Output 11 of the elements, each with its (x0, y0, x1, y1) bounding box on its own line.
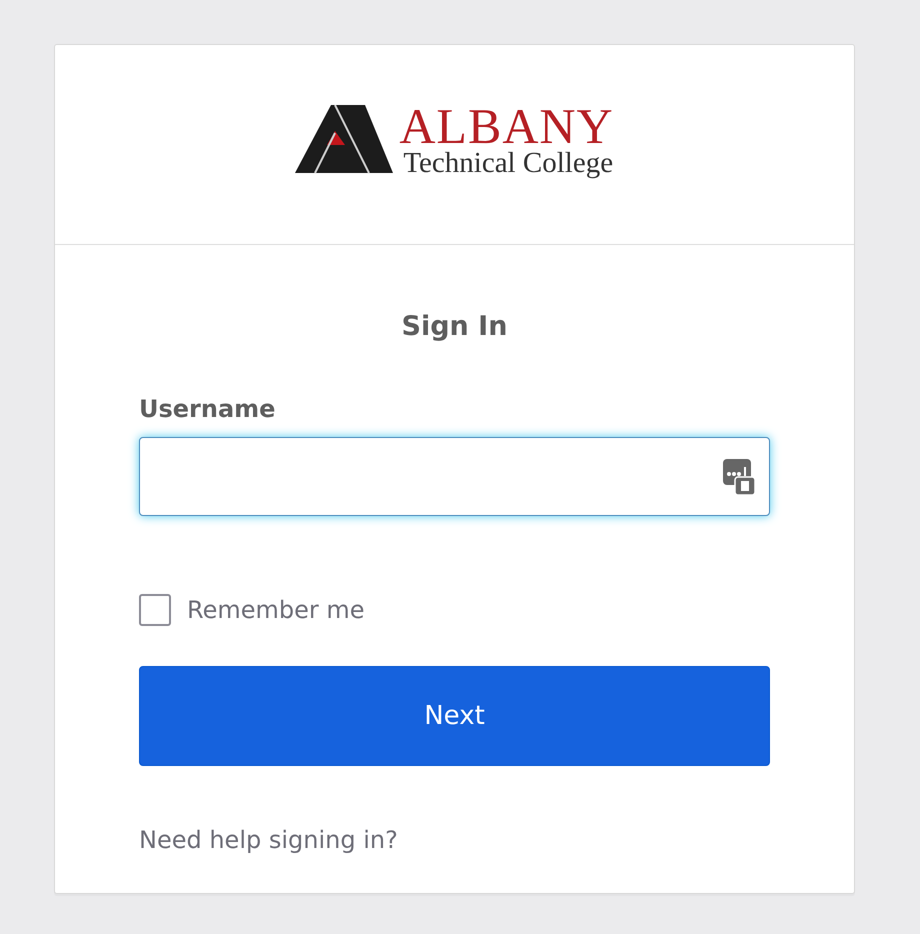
remember-checkbox[interactable] (139, 594, 171, 626)
field-label: Username (139, 394, 276, 426)
help-link[interactable]: Need help signing in? (139, 822, 398, 858)
logo-triangle-icon (295, 104, 394, 176)
next-button[interactable]: Next (139, 666, 770, 766)
logo-subtitle: Technical College (403, 148, 614, 178)
password-manager-icon (723, 458, 755, 495)
username-field[interactable] (139, 437, 770, 516)
form-title: Sign In (400, 311, 508, 344)
logo-name: ALBANY (399, 104, 614, 148)
checkbox-label: Remember me (187, 595, 365, 626)
